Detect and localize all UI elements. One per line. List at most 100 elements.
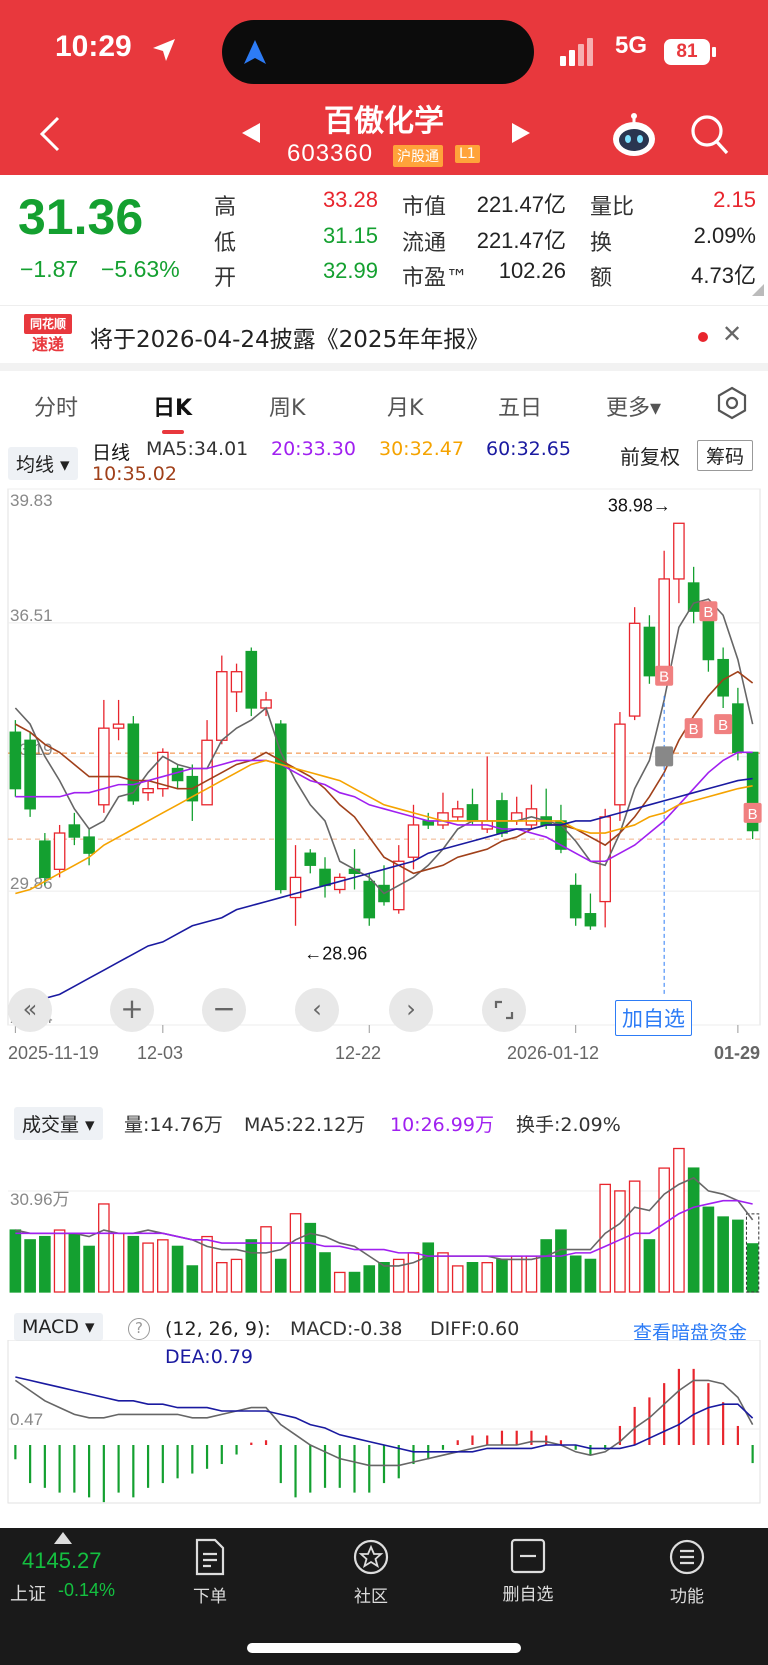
zoom-in-button[interactable]: + [110, 988, 154, 1032]
candle-body [142, 788, 154, 794]
news-logo-bottom: 速递 [31, 335, 64, 354]
nav-community[interactable]: 社区 [326, 1538, 416, 1607]
open-value: 32.99 [322, 258, 378, 283]
index-value[interactable]: 4145.27 [22, 1548, 102, 1574]
volume-bar [127, 1235, 140, 1293]
menu-icon [669, 1539, 705, 1575]
candle-body [260, 699, 272, 709]
candle-body [584, 913, 597, 927]
y-tick-label: 39.83 [10, 491, 53, 510]
announcement-text: 将于2026-04-24披露《2025年年报》 [90, 327, 490, 353]
nav-functions[interactable]: 功能 [642, 1538, 732, 1607]
ma20-value: 20:33.30 [271, 438, 356, 460]
open-label: 开 [214, 266, 237, 291]
volume-bar [289, 1213, 302, 1293]
float-label: 流通 [402, 231, 447, 256]
expand-corner-icon[interactable] [752, 284, 764, 296]
volume-bar [348, 1271, 361, 1293]
volume-bar [628, 1180, 641, 1293]
macd-select[interactable]: MACD ▾ [14, 1313, 103, 1341]
chevron-left-icon: ‹ [312, 995, 322, 1023]
candle-body [673, 522, 685, 580]
scroll-right-button[interactable]: › [389, 988, 433, 1032]
volume-bar [53, 1229, 66, 1293]
robot-assistant-icon[interactable] [610, 112, 658, 160]
candle-body [171, 767, 184, 782]
volume-bar [584, 1258, 597, 1293]
volume-select[interactable]: 成交量 ▾ [14, 1107, 103, 1140]
remove-watchlist-icon [510, 1538, 546, 1574]
volume-bar [746, 1243, 759, 1293]
unread-dot [698, 332, 708, 342]
macd-select-label: MACD [22, 1316, 79, 1338]
fullscreen-icon [494, 1000, 514, 1020]
candle-body [245, 650, 258, 709]
volume-bar [540, 1239, 553, 1293]
candlestick-chart[interactable]: 39.8336.5133.1929.8626.542025-11-1912-03… [0, 485, 768, 1065]
add-watchlist-button[interactable]: 加自选 [615, 1000, 692, 1036]
marker-box [655, 746, 674, 767]
volume-ma5: MA5:22.12万 [244, 1114, 366, 1136]
candle-body [451, 808, 464, 818]
float-value: 221.47亿 [476, 228, 566, 253]
nav-remove-watchlist-label: 删自选 [502, 1585, 554, 1605]
volume-bar [24, 1239, 36, 1293]
tab-weekly-k[interactable]: 周K [269, 390, 305, 422]
max-price-annotation: 38.98→ [608, 495, 671, 515]
volume-bar [422, 1242, 435, 1293]
nav-order[interactable]: 下单 [165, 1538, 255, 1607]
low-value: 31.15 [322, 223, 378, 248]
amount-value: 4.73亿 [691, 263, 756, 288]
settings-icon[interactable] [716, 386, 748, 420]
index-change[interactable]: -0.14% [58, 1580, 115, 1601]
volume-bar [39, 1235, 51, 1293]
zoom-out-button[interactable]: − [202, 988, 246, 1032]
min-price-annotation: ←28.96 [304, 943, 367, 963]
tab-more[interactable]: 更多▾ [606, 390, 661, 422]
volume-bar [363, 1265, 376, 1293]
indicator-select[interactable]: 均线 ▾ [8, 447, 78, 480]
help-icon[interactable]: ? [128, 1318, 150, 1340]
close-icon[interactable]: ✕ [722, 320, 742, 348]
candle-body [68, 824, 81, 838]
candle-body [628, 622, 641, 717]
vol-ratio-label: 量比 [590, 195, 635, 220]
macd-value: MACD:-0.38 [290, 1318, 403, 1340]
double-chevron-left-icon: « [22, 995, 38, 1023]
candle-body [98, 727, 110, 806]
scroll-left-button[interactable]: ‹ [295, 988, 339, 1032]
candle-body [437, 812, 449, 826]
volume-bar [702, 1206, 715, 1293]
high-value: 33.28 [322, 187, 378, 212]
network-type: 5G [615, 32, 648, 59]
collapse-left-button[interactable]: « [8, 988, 52, 1032]
tab-monthly-k[interactable]: 月K [387, 390, 423, 422]
x-tick-label: 12-22 [335, 1043, 381, 1063]
search-icon[interactable] [690, 114, 730, 156]
active-tab-indicator [162, 430, 184, 434]
chips-button[interactable]: 筹码 [697, 440, 754, 471]
volume-bar [481, 1262, 494, 1293]
macd-chart[interactable]: 0.47 [0, 1340, 768, 1505]
volume-bar [525, 1255, 538, 1293]
nav-remove-watchlist[interactable]: 删自选 [483, 1538, 573, 1605]
buy-marker-label: B [748, 806, 758, 823]
volume-bar [142, 1242, 154, 1293]
announcement-bar[interactable]: 同花顺 速递 将于2026-04-24披露《2025年年报》 ✕ [0, 305, 768, 363]
next-stock-icon[interactable] [510, 121, 532, 145]
plus-icon: + [120, 992, 144, 1025]
chevron-right-icon: › [406, 995, 416, 1023]
candle-body [112, 723, 125, 729]
adjust-mode[interactable]: 前复权 [620, 441, 680, 470]
candle-body [702, 614, 715, 661]
volume-bar [171, 1245, 184, 1293]
volume-bar [717, 1216, 729, 1293]
fullscreen-button[interactable] [482, 988, 526, 1032]
tab-five-day[interactable]: 五日 [498, 390, 542, 422]
tab-daily-k[interactable]: 日K [153, 390, 192, 422]
index-name[interactable]: 上证 [10, 1580, 46, 1606]
y-tick-label: 36.51 [10, 606, 53, 625]
tab-intraday[interactable]: 分时 [34, 390, 78, 422]
volume-chart[interactable]: 30.96万 [0, 1140, 768, 1295]
turnover-label: 换 [590, 231, 613, 256]
